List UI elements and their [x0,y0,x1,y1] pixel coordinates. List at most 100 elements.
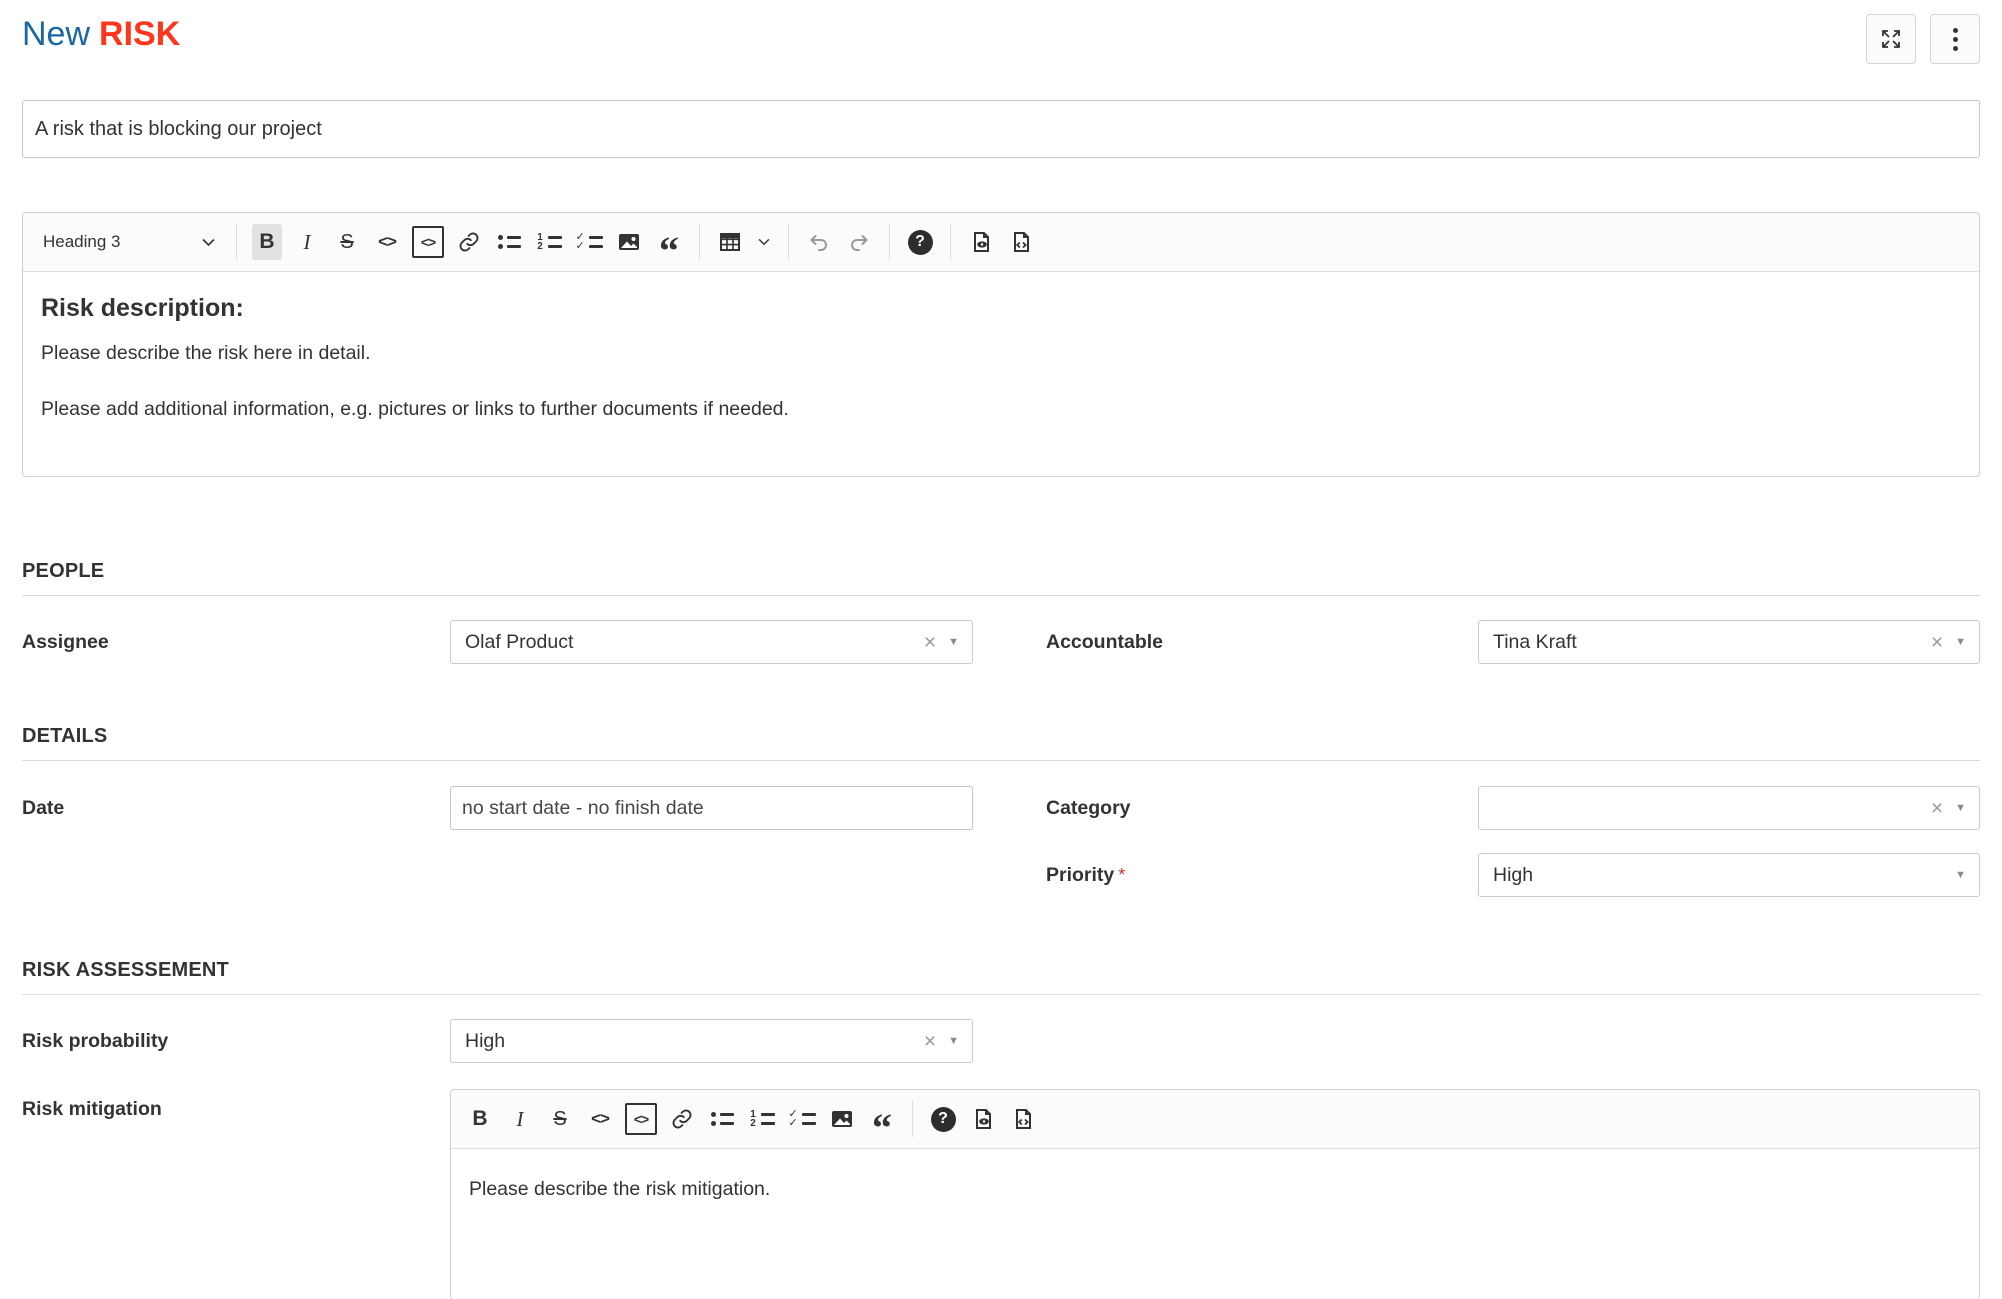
assignee-clear-icon[interactable]: × [916,632,944,653]
bold-icon[interactable]: B [465,1101,495,1137]
toolbar-separator [950,224,951,260]
assignee-row: Assignee Olaf Product × ▼ Accountable Ti… [22,620,1980,664]
description-paragraph: Please describe the risk here in detail. [41,342,371,364]
section-people: PEOPLE Assignee Olaf Product × ▼ Account… [22,559,1980,664]
assignee-select[interactable]: Olaf Product × ▼ [450,620,973,664]
bulleted-list-icon[interactable] [707,1101,737,1137]
priority-select[interactable]: High ▼ [1478,853,1980,897]
risk-mitigation-content[interactable]: Please describe the risk mitigation. [451,1149,1979,1299]
inline-code-icon[interactable]: <> [585,1101,615,1137]
risk-mitigation-paragraph: Please describe the risk mitigation. [469,1178,771,1200]
insert-table-icon[interactable] [715,224,745,260]
date-category-row: Date Category × ▼ [22,786,1980,830]
insert-image-icon[interactable] [614,224,644,260]
table-chevron-icon[interactable] [755,224,773,260]
accountable-select[interactable]: Tina Kraft × ▼ [1478,620,1980,664]
section-divider [22,760,1980,761]
chevron-down-icon [202,238,215,247]
accountable-caret-icon[interactable]: ▼ [1951,636,1979,648]
risk-mitigation-toolbar: B I S <> <> 12 ✓ ✓ “ ? [451,1090,1979,1149]
accountable-clear-icon[interactable]: × [1923,632,1951,653]
fullscreen-icon [1879,27,1903,51]
date-input[interactable] [450,786,973,830]
redo-icon[interactable] [844,224,874,260]
strikethrough-icon[interactable]: S [332,224,362,260]
assignee-value: Olaf Product [465,630,574,653]
page-title-prefix: New [22,15,91,53]
page-title: New RISK [22,12,180,56]
risk-mitigation-label: Risk mitigation [22,1098,162,1120]
insert-image-icon[interactable] [827,1101,857,1137]
priority-row: Priority * High ▼ [22,853,1980,897]
block-quote-icon[interactable]: “ [867,1101,897,1148]
accountable-value: Tina Kraft [1493,630,1577,653]
assignee-label: Assignee [22,630,109,653]
link-icon[interactable] [454,224,484,260]
risk-probability-label: Risk probability [22,1029,169,1052]
numbered-list-icon[interactable]: 12 [747,1101,777,1137]
priority-caret-icon[interactable]: ▼ [1951,869,1979,881]
block-quote-icon[interactable]: “ [654,224,684,271]
risk-probability-row: Risk probability High × ▼ [22,1019,1980,1063]
section-risk-title: RISK ASSESSEMENT [22,959,229,981]
category-label: Category [1046,796,1131,819]
risk-mitigation-row: Risk mitigation B I S <> <> 1 2 ✓ ✓ “ ? … [22,1089,1980,1299]
help-icon[interactable]: ? [905,224,935,260]
subject-input[interactable] [22,100,1980,158]
accountable-label: Accountable [1046,630,1164,653]
code-block-icon[interactable]: <> [412,224,444,260]
kebab-menu-icon [1952,27,1958,51]
category-clear-icon[interactable]: × [1923,798,1951,819]
italic-icon[interactable]: I [505,1101,535,1137]
description-heading: Risk description: [41,294,244,322]
more-options-button[interactable] [1930,14,1980,64]
header-actions [1866,14,1980,64]
source-code-icon[interactable] [1006,224,1036,260]
italic-icon[interactable]: I [292,224,322,260]
link-icon[interactable] [667,1101,697,1137]
section-details: DETAILS Date Category × ▼ Priority* [22,724,1980,897]
bulleted-list-icon[interactable] [494,224,524,260]
source-code-icon[interactable] [1008,1101,1038,1137]
category-select[interactable]: × ▼ [1478,786,1980,830]
risk-probability-select[interactable]: High × ▼ [450,1019,973,1063]
risk-probability-caret-icon[interactable]: ▼ [944,1035,972,1047]
strikethrough-icon[interactable]: S [545,1101,575,1137]
heading-dropdown[interactable]: Heading 3 [37,222,221,262]
assignee-caret-icon[interactable]: ▼ [944,636,972,648]
priority-value: High [1493,863,1534,886]
inline-code-icon[interactable]: <> [372,224,402,260]
help-icon[interactable]: ? [928,1101,958,1137]
form-header: New RISK [22,0,1980,64]
toolbar-separator [788,224,789,260]
preview-icon[interactable] [966,224,996,260]
toolbar-separator [912,1101,913,1137]
todo-list-icon[interactable]: ✓ ✓ [787,1101,817,1137]
toolbar-separator [889,224,890,260]
section-people-title: PEOPLE [22,560,105,582]
section-details-title: DETAILS [22,725,108,747]
description-content[interactable]: Risk description: Please describe the ri… [23,272,1979,476]
date-label: Date [22,796,65,819]
bold-icon[interactable]: B [252,224,282,260]
fullscreen-button[interactable] [1866,14,1916,64]
risk-mitigation-editor: B I S <> <> 12 ✓ ✓ “ ? Please describe t… [450,1089,1980,1299]
undo-icon[interactable] [804,224,834,260]
description-toolbar: Heading 3 B I S <> <> 12 ✓ ✓ “ ? [23,213,1979,272]
code-block-icon[interactable]: <> [625,1101,657,1137]
section-divider [22,994,1980,995]
description-editor: Heading 3 B I S <> <> 12 ✓ ✓ “ ? Risk de… [22,212,1980,477]
heading-dropdown-label: Heading 3 [43,232,121,251]
preview-icon[interactable] [968,1101,998,1137]
priority-label: Priority * [1046,863,1126,886]
risk-probability-clear-icon[interactable]: × [916,1031,944,1052]
required-marker: * [1118,864,1126,885]
todo-list-icon[interactable]: ✓ ✓ [574,224,604,260]
new-risk-form: NewRISK Heading 3 [0,0,2002,1299]
page-title-type: RISK [99,15,181,53]
risk-probability-value: High [465,1029,506,1052]
numbered-list-icon[interactable]: 12 [534,224,564,260]
toolbar-separator [699,224,700,260]
category-caret-icon[interactable]: ▼ [1951,802,1979,814]
section-risk-assessment: RISK ASSESSEMENT Risk probability High ×… [22,958,1980,1299]
